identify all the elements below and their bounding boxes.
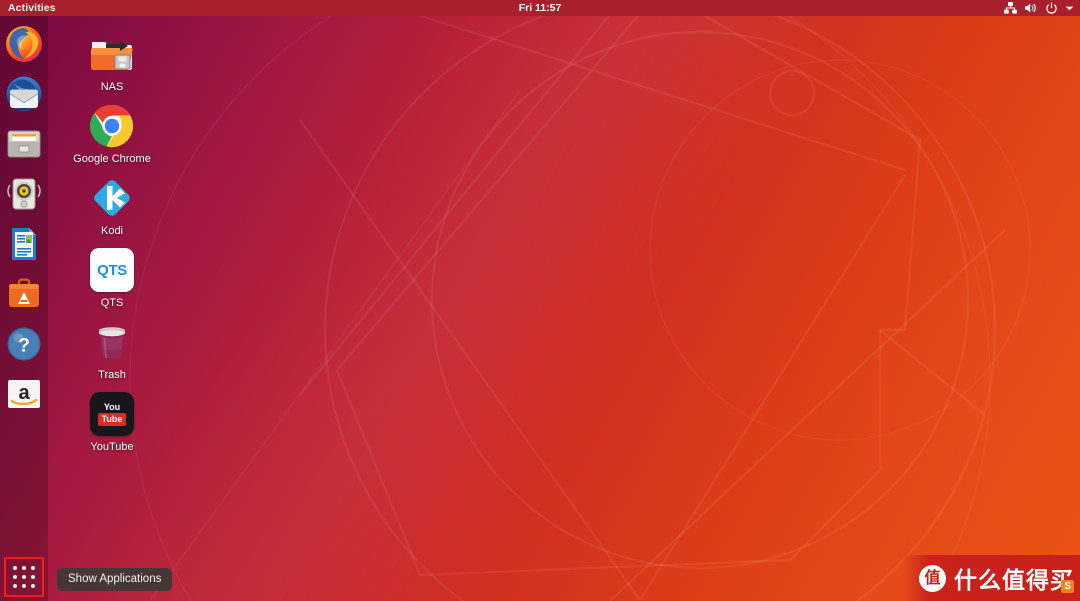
- qts-tile-text: QTS: [97, 261, 127, 279]
- svg-text:a: a: [18, 382, 30, 404]
- youtube-tile-text-top: You: [103, 401, 121, 412]
- chevron-down-icon[interactable]: [1065, 5, 1074, 12]
- desktop-icon-grid: NAS Google Chrome Kodi QTS QTS Trash You…: [62, 24, 162, 456]
- network-icon[interactable]: [1004, 2, 1017, 14]
- dock: ? a: [0, 16, 48, 601]
- files-icon: [7, 130, 41, 158]
- volume-icon[interactable]: [1024, 2, 1038, 14]
- desktop-icon-label: NAS: [100, 81, 124, 93]
- trash-icon: [88, 318, 136, 366]
- kodi-icon: [88, 174, 136, 222]
- top-bar: Activities Fri 11:57: [0, 0, 1080, 16]
- dock-item-rhythmbox[interactable]: [4, 174, 44, 214]
- desktop-icon-trash[interactable]: Trash: [62, 312, 162, 384]
- qts-icon: QTS: [88, 246, 136, 294]
- show-applications-tooltip: Show Applications: [57, 568, 173, 591]
- dock-item-ubuntu-software[interactable]: [4, 274, 44, 314]
- desktop-icon-label: Kodi: [100, 225, 124, 237]
- watermark-text: 什么值得买: [954, 567, 1074, 593]
- dock-item-amazon[interactable]: a: [4, 374, 44, 414]
- libreoffice-writer-icon: [12, 228, 36, 260]
- show-applications-button[interactable]: [4, 557, 44, 597]
- show-applications-wrapper: [4, 557, 44, 597]
- desktop-icon-qts[interactable]: QTS QTS: [62, 240, 162, 312]
- desktop-icon-label: Trash: [98, 369, 126, 381]
- desktop-icon-label: QTS: [100, 297, 124, 309]
- google-chrome-icon: [88, 102, 136, 150]
- desktop-icon-nas[interactable]: NAS: [62, 24, 162, 96]
- activities-button[interactable]: Activities: [0, 0, 64, 16]
- power-icon[interactable]: [1045, 2, 1058, 15]
- show-applications-grid-icon: [13, 566, 35, 588]
- dock-item-files[interactable]: [4, 124, 44, 164]
- svg-text:?: ?: [18, 336, 30, 357]
- system-tray: [1004, 0, 1074, 16]
- desktop-icon-kodi[interactable]: Kodi: [62, 168, 162, 240]
- desktop[interactable]: Activities Fri 11:57 ? a Show Applicatio…: [0, 0, 1080, 601]
- ubuntu-software-icon: [9, 278, 39, 307]
- thunderbird-icon: [6, 76, 42, 112]
- dock-item-firefox[interactable]: [4, 24, 44, 64]
- rhythmbox-icon: [7, 178, 41, 210]
- dock-item-thunderbird[interactable]: [4, 74, 44, 114]
- watermark-badge: S: [1061, 580, 1074, 593]
- youtube-tile-text-bottom: Tube: [97, 412, 127, 426]
- desktop-icon-label: Google Chrome: [73, 153, 151, 165]
- desktop-icon-google-chrome[interactable]: Google Chrome: [62, 96, 162, 168]
- watermark: 值 什么值得买 S: [903, 555, 1080, 601]
- wallpaper-highlight: [0, 0, 1080, 601]
- firefox-icon: [6, 26, 42, 62]
- watermark-logo-icon: 值: [919, 564, 946, 592]
- clock[interactable]: Fri 11:57: [0, 2, 1080, 14]
- desktop-icon-youtube[interactable]: You Tube YouTube: [62, 384, 162, 456]
- amazon-icon: a: [8, 380, 40, 408]
- dock-item-list: ? a: [4, 16, 44, 414]
- youtube-icon: You Tube: [88, 390, 136, 438]
- desktop-icon-label: YouTube: [90, 441, 134, 453]
- dock-item-help[interactable]: ?: [4, 324, 44, 364]
- help-icon: ?: [7, 327, 41, 361]
- dock-item-libreoffice-writer[interactable]: [4, 224, 44, 264]
- wallpaper: [0, 0, 1080, 601]
- network-folder-icon: [88, 30, 136, 78]
